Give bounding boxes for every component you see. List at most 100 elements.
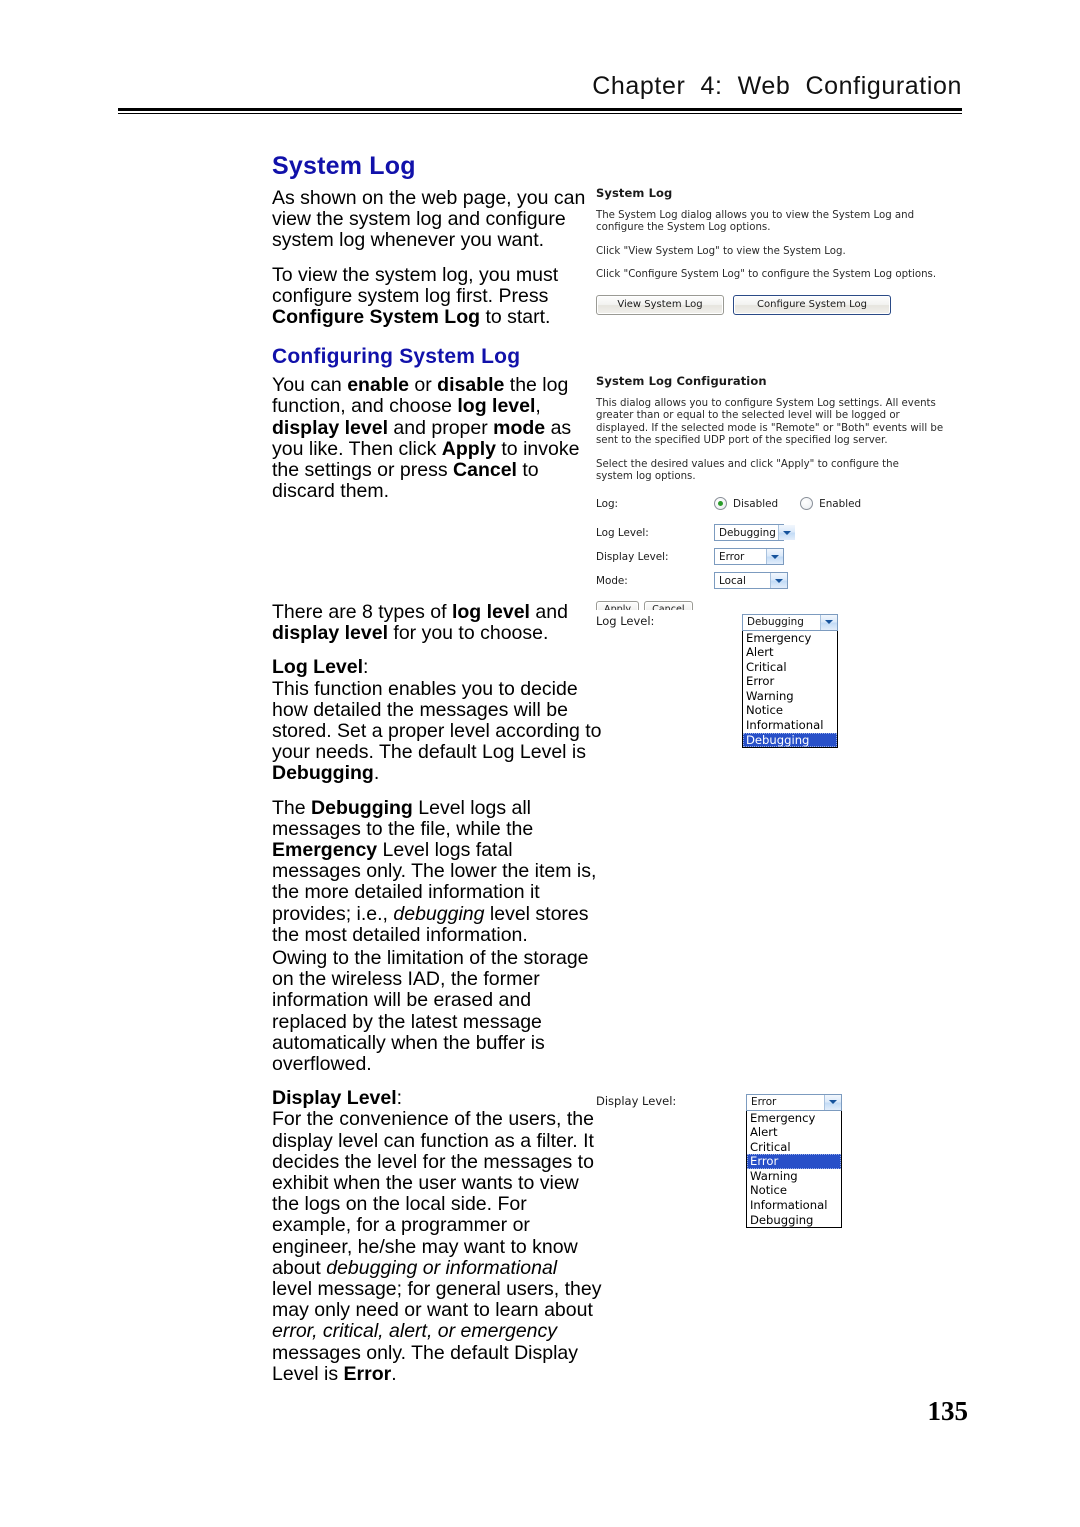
p4-bold-display-level: display level: [272, 622, 388, 645]
p3-bold-disable: disable: [437, 374, 505, 397]
p6-a: The: [272, 796, 312, 819]
p8-a: For the convenience of the users, the di…: [272, 1108, 594, 1279]
display-level-option-list[interactable]: Emergency Alert Critical Error Warning N…: [746, 1110, 842, 1229]
list-item[interactable]: Warning: [747, 1169, 841, 1184]
log-enable-row: Log: Disabled Enabled: [596, 497, 968, 511]
display-level-combo-closed[interactable]: Error: [746, 1093, 842, 1111]
list-item[interactable]: Alert: [743, 645, 837, 660]
screenshot-system-log-desc-3: Click "Configure System Log" to configur…: [596, 269, 937, 281]
radio-enabled-label: Enabled: [819, 497, 862, 510]
radio-option-enabled[interactable]: Enabled: [800, 497, 862, 511]
configure-system-log-button[interactable]: Configure System Log: [733, 294, 891, 315]
list-item[interactable]: Error: [743, 674, 837, 689]
chevron-down-icon[interactable]: [770, 573, 787, 589]
log-level-option-list[interactable]: Emergency Alert Critical Error Warning N…: [742, 630, 838, 749]
running-head: Chapter 4: Web Configuration: [592, 72, 962, 100]
radio-enabled-icon[interactable]: [800, 497, 814, 511]
p8-c: level message; for general users, they m…: [272, 1278, 602, 1322]
p8-colon: :: [396, 1087, 403, 1110]
paragraph-3: You can enable or disable the log functi…: [272, 375, 594, 502]
list-item[interactable]: Alert: [747, 1125, 841, 1140]
screenshot-system-log-configuration: System Log Configuration This dialog all…: [596, 374, 968, 620]
config-display-level-select[interactable]: Error: [714, 548, 784, 566]
p5-body-a: This function enables you to decide how …: [272, 677, 602, 764]
paragraph-6: The Debugging Level logs all messages to…: [272, 796, 602, 946]
paragraph-1-text: As shown on the web page, you can view t…: [272, 187, 586, 252]
paragraph-7: Owing to the limitation of the storage o…: [272, 947, 602, 1076]
config-display-level-value: Error: [719, 550, 745, 563]
p3-bold-enable: enable: [347, 374, 409, 397]
screenshot-config-title: System Log Configuration: [596, 374, 767, 388]
page-title: System Log: [272, 152, 416, 180]
log-level-combo-closed[interactable]: Debugging: [742, 613, 838, 631]
list-item[interactable]: Warning: [743, 689, 837, 704]
p8-italic-error-list: error, critical, alert, or emergency: [272, 1320, 558, 1343]
list-item[interactable]: Informational: [743, 718, 837, 733]
p6-italic-debugging: debugging: [393, 902, 485, 925]
screenshot-system-log-button-row: View System Log Configure System Log: [596, 294, 966, 315]
paragraph-2-bold: Configure System Log: [272, 306, 481, 329]
screenshot-system-log-desc-2: Click "View System Log" to view the Syst…: [596, 245, 846, 257]
mode-row: Mode: Local: [596, 572, 968, 590]
log-level-heading: Log Level: [272, 656, 364, 679]
p3-bold-cancel: Cancel: [453, 459, 517, 482]
list-item-selected[interactable]: Debugging: [743, 732, 837, 748]
paragraph-8: Display Level: For the convenience of the…: [272, 1088, 602, 1385]
display-level-dropdown-widget[interactable]: Error Emergency Alert Critical Error War…: [746, 1090, 842, 1229]
p4-bold-log-level: log level: [451, 601, 530, 623]
screenshot-system-log-title: System Log: [596, 186, 673, 200]
chevron-down-icon[interactable]: [777, 525, 795, 541]
p3-bold-log-level: log level: [457, 395, 536, 418]
paragraph-1: As shown on the web page, you can view t…: [272, 187, 594, 252]
p3-c: or: [408, 374, 438, 397]
screenshot-config-desc-1: This dialog allows you to configure Syst…: [596, 398, 944, 447]
radio-disabled-icon[interactable]: [714, 497, 727, 511]
p3-bold-apply: Apply: [441, 437, 496, 460]
list-item[interactable]: Notice: [743, 703, 837, 718]
config-log-level-select[interactable]: Debugging: [714, 524, 795, 542]
log-level-row: Log Level: Debugging: [596, 524, 968, 542]
p3-bold-display-level: display level: [272, 416, 388, 439]
list-item[interactable]: Informational: [747, 1198, 841, 1213]
config-log-level-value: Debugging: [719, 526, 776, 539]
p3-g: ,: [535, 395, 541, 418]
page-number: 135: [927, 1396, 969, 1426]
chevron-down-icon[interactable]: [824, 1094, 841, 1110]
log-level-dropdown-widget[interactable]: Debugging Emergency Alert Critical Error…: [742, 610, 838, 749]
p8-e: messages only. The default Display Level…: [272, 1341, 579, 1385]
config-mode-select[interactable]: Local: [714, 572, 788, 590]
p4-a: There are 8 types of: [272, 601, 452, 623]
p8-g: .: [391, 1362, 397, 1385]
p5-bold-debugging: Debugging: [272, 762, 374, 785]
list-item[interactable]: Emergency: [747, 1111, 841, 1126]
p6-bold-debugging: Debugging: [311, 796, 413, 819]
log-level-selected-value: Debugging: [747, 616, 804, 628]
p6-bold-emergency: Emergency: [272, 839, 378, 862]
radio-option-disabled[interactable]: Disabled: [714, 497, 779, 511]
paragraph-5: Log Level: This function enables you to d…: [272, 657, 602, 784]
list-item[interactable]: Debugging: [747, 1213, 841, 1228]
paragraph-2-text-a: To view the system log, you must configu…: [272, 263, 559, 307]
config-log-level-label: Log Level:: [596, 526, 649, 539]
list-item-selected[interactable]: Error: [747, 1154, 841, 1169]
p4-c: and: [529, 601, 568, 623]
p7-text: Owing to the limitation of the storage o…: [272, 947, 589, 1076]
p3-a: You can: [272, 374, 348, 397]
list-item[interactable]: Notice: [747, 1183, 841, 1198]
display-level-heading: Display Level: [272, 1087, 397, 1110]
paragraph-4: There are 8 types of log level and displ…: [272, 601, 602, 645]
p8-italic-debug-info: debugging or informational: [326, 1256, 558, 1279]
figure-display-level-label: Display Level:: [596, 1094, 677, 1108]
body-text-block-2: There are 8 types of log level and displ…: [272, 601, 602, 959]
screenshot-system-log: System Log The System Log dialog allows …: [596, 186, 966, 315]
list-item[interactable]: Critical: [743, 660, 837, 675]
chevron-down-icon[interactable]: [820, 614, 837, 630]
list-item[interactable]: Critical: [747, 1140, 841, 1155]
figure-display-level-dropdown: Display Level: Error Emergency Alert Cri…: [596, 1090, 846, 1229]
config-mode-value: Local: [719, 574, 746, 587]
chevron-down-icon[interactable]: [766, 549, 783, 565]
list-item[interactable]: Emergency: [743, 631, 837, 646]
radio-disabled-label: Disabled: [733, 497, 779, 510]
view-system-log-button[interactable]: View System Log: [596, 294, 724, 315]
p8-bold-error: Error: [343, 1362, 392, 1385]
